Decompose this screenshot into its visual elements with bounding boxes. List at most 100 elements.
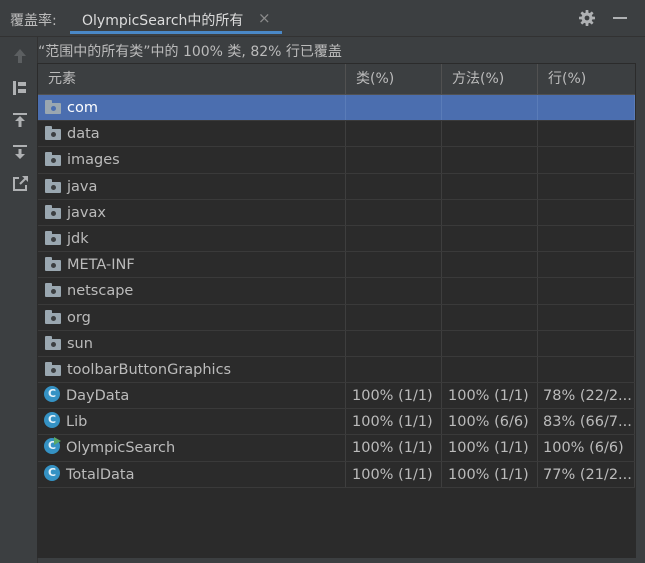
summary-text: “范围中的所有类”中的 100% 类, 82% 行已覆盖	[38, 44, 342, 60]
table-row[interactable]: images	[38, 147, 635, 174]
tab-close-button[interactable]: ×	[258, 9, 271, 27]
element-name: java	[67, 178, 98, 195]
cell-line-coverage	[538, 252, 635, 278]
folder-icon	[44, 99, 62, 115]
table-row[interactable]: sun	[38, 330, 635, 357]
tab-olympicsearch-coverage[interactable]: OlympicSearch中的所有 ×	[70, 4, 282, 34]
generate-report-icon[interactable]	[11, 175, 29, 193]
cell-line-coverage: 77% (21/2...	[538, 461, 635, 487]
class-icon: C	[44, 386, 61, 403]
cell-element: netscape	[38, 278, 346, 304]
element-name: data	[67, 126, 100, 143]
table-row[interactable]: C DayData 100% (1/1) 100% (1/1) 78% (22/2...	[38, 383, 635, 410]
element-name: sun	[67, 335, 93, 352]
column-header-method-percent[interactable]: 方法(%)	[442, 64, 538, 94]
left-toolbar	[0, 37, 38, 563]
table-row[interactable]: jdk	[38, 225, 635, 253]
cell-method-coverage	[442, 199, 538, 225]
cell-class-coverage	[346, 95, 442, 121]
folder-icon	[44, 230, 62, 246]
export-coverage-icon[interactable]	[11, 143, 29, 161]
table-row[interactable]: C Lib 100% (1/1) 100% (6/6) 83% (66/7...	[38, 409, 635, 436]
element-name: TotalData	[66, 466, 135, 483]
folder-icon	[44, 256, 62, 272]
cell-line-coverage	[538, 121, 635, 147]
folder-icon	[44, 282, 62, 298]
table-row[interactable]: netscape	[38, 278, 635, 305]
cell-method-coverage	[442, 278, 538, 304]
cell-element: toolbarButtonGraphics	[38, 356, 346, 383]
cell-method-coverage: 100% (1/1)	[442, 435, 538, 461]
folder-icon	[44, 335, 62, 351]
table-row[interactable]: C OlympicSearch 100% (1/1) 100% (1/1) 100% (…	[38, 435, 635, 462]
table-row[interactable]: java	[38, 173, 635, 200]
cell-method-coverage: 100% (6/6)	[442, 409, 538, 435]
cell-element: META-INF	[38, 252, 346, 278]
cell-element: sun	[38, 330, 346, 356]
element-name: DayData	[66, 388, 130, 405]
coverage-summary: “范围中的所有类”中的 100% 类, 82% 行已覆盖	[38, 37, 645, 63]
cell-line-coverage	[538, 304, 635, 330]
cell-method-coverage	[442, 173, 538, 199]
cell-method-coverage	[442, 121, 538, 147]
table-row[interactable]: C TotalData 100% (1/1) 100% (1/1) 77% (21/2.…	[38, 461, 635, 488]
cell-class-coverage	[346, 173, 442, 199]
cell-method-coverage	[442, 95, 538, 121]
table-row[interactable]: javax	[38, 199, 635, 226]
minimize-icon[interactable]	[611, 9, 629, 27]
element-name: org	[67, 309, 91, 326]
cell-class-coverage: 100% (1/1)	[346, 409, 442, 435]
import-coverage-icon[interactable]	[11, 111, 29, 129]
table-body: com data images java javax jdk META-INF netscap…	[38, 95, 635, 488]
cell-method-coverage	[442, 252, 538, 278]
cell-element: javax	[38, 199, 346, 225]
cell-line-coverage	[538, 278, 635, 304]
cell-class-coverage	[346, 225, 442, 252]
table-row[interactable]: org	[38, 304, 635, 331]
cell-method-coverage	[442, 147, 538, 173]
column-header-line-percent[interactable]: 行(%)	[538, 64, 635, 94]
folder-icon	[44, 151, 62, 167]
cell-element: C OlympicSearch	[38, 435, 346, 461]
cell-line-coverage: 83% (66/7...	[538, 409, 635, 435]
cell-class-coverage	[346, 147, 442, 173]
element-name: OlympicSearch	[66, 440, 176, 457]
table-row[interactable]: data	[38, 121, 635, 148]
cell-class-coverage	[346, 121, 442, 147]
cell-line-coverage	[538, 147, 635, 173]
element-name: javax	[67, 204, 106, 221]
cell-class-coverage	[346, 356, 442, 383]
cell-element: images	[38, 147, 346, 173]
element-name: netscape	[67, 283, 134, 300]
table-row[interactable]: com	[38, 95, 635, 122]
cell-method-coverage: 100% (1/1)	[442, 461, 538, 487]
element-name: com	[67, 100, 98, 116]
cell-class-coverage: 100% (1/1)	[346, 461, 442, 487]
element-name: jdk	[67, 230, 89, 247]
cell-method-coverage	[442, 225, 538, 252]
cell-element: C TotalData	[38, 461, 346, 487]
table-row[interactable]: toolbarButtonGraphics	[38, 356, 635, 384]
folder-icon	[44, 361, 62, 377]
cell-method-coverage: 100% (1/1)	[442, 383, 538, 409]
cell-class-coverage: 100% (1/1)	[346, 383, 442, 409]
cell-element: java	[38, 173, 346, 199]
cell-class-coverage	[346, 278, 442, 304]
table-header: 元素 类(%) 方法(%) 行(%)	[38, 64, 635, 95]
column-header-element[interactable]: 元素	[38, 64, 346, 94]
cell-class-coverage: 100% (1/1)	[346, 435, 442, 461]
folder-icon	[44, 178, 62, 194]
arrow-up-icon[interactable]	[11, 47, 29, 65]
cell-element: C DayData	[38, 383, 346, 409]
folder-icon	[44, 204, 62, 220]
column-header-class-percent[interactable]: 类(%)	[346, 64, 442, 94]
cell-element: com	[38, 95, 346, 121]
folder-icon	[44, 309, 62, 325]
cell-element: C Lib	[38, 409, 346, 435]
flatten-packages-icon[interactable]	[11, 79, 29, 97]
table-row[interactable]: META-INF	[38, 252, 635, 279]
coverage-toolwindow-header: 覆盖率: OlympicSearch中的所有 ×	[0, 0, 645, 37]
element-name: toolbarButtonGraphics	[67, 361, 232, 378]
tab-label: OlympicSearch中的所有	[82, 13, 244, 29]
gear-icon[interactable]	[578, 9, 596, 27]
